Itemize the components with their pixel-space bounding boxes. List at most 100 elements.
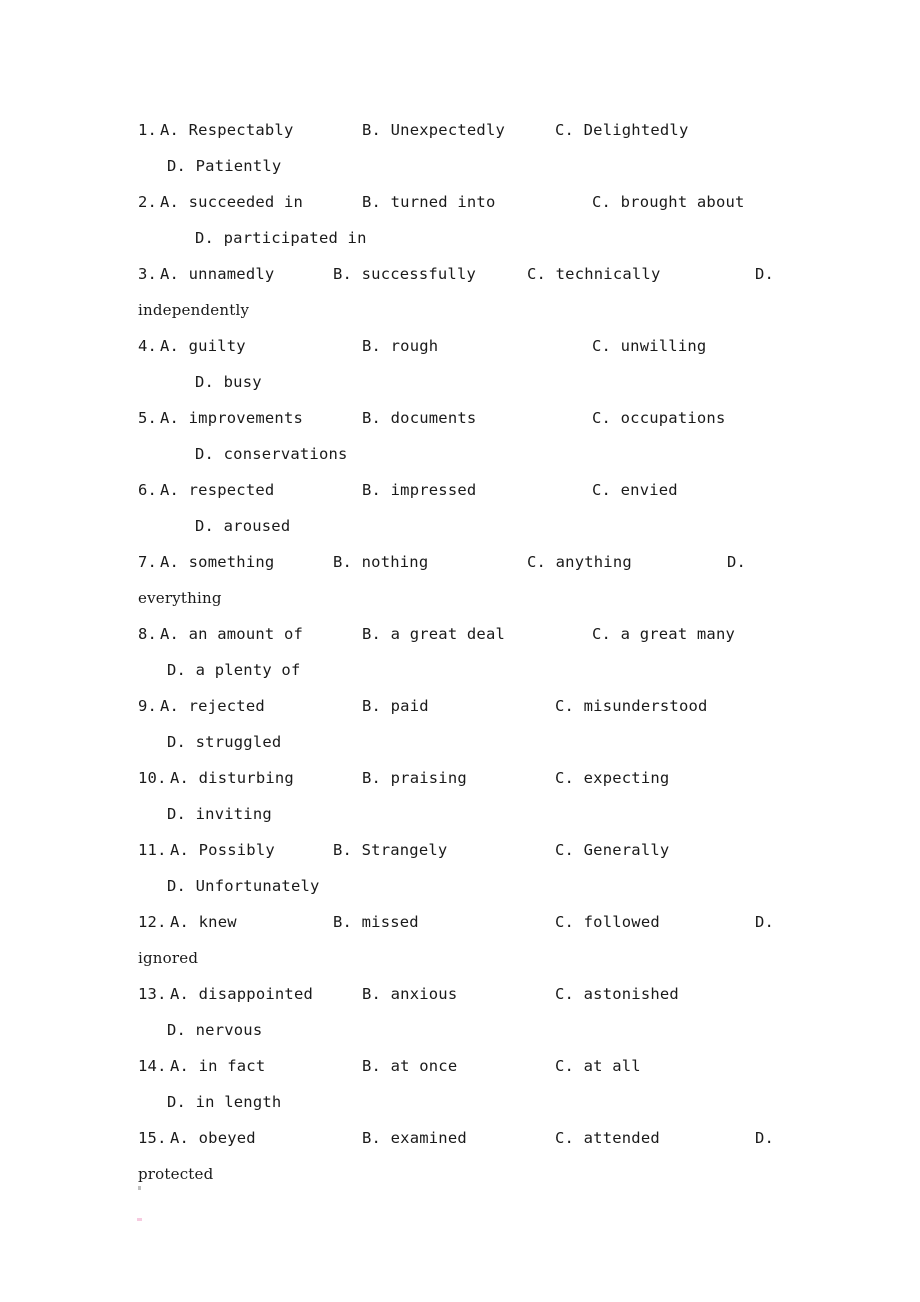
option-c[interactable]: C. at all — [555, 1048, 641, 1084]
option-label: C. — [527, 553, 547, 571]
option-c[interactable]: C. unwilling — [592, 328, 706, 364]
question-number: 6. — [138, 481, 158, 499]
option-c[interactable]: C. brought about — [592, 184, 745, 220]
option-a[interactable]: A. disappointed — [170, 976, 313, 1012]
question-line: 4. A. guilty B. rough C. unwilling — [0, 328, 920, 364]
option-b[interactable]: B. anxious — [362, 976, 457, 1012]
question-line: 10. A. disturbing B. praising C. expecting — [0, 760, 920, 796]
option-label: D. — [167, 733, 187, 751]
option-b[interactable]: B. turned into — [362, 184, 495, 220]
option-d[interactable]: D. conservations — [195, 436, 348, 472]
option-c[interactable]: C. expecting — [555, 760, 669, 796]
option-c[interactable]: C. anything — [527, 544, 632, 580]
option-b[interactable]: B. Unexpectedly — [362, 112, 505, 148]
option-d[interactable]: D. Patiently — [167, 148, 281, 184]
option-b[interactable]: B. impressed — [362, 472, 476, 508]
option-b[interactable]: B. paid — [362, 688, 429, 724]
option-d[interactable]: D. — [755, 1120, 784, 1156]
question-number: 2. — [138, 193, 158, 211]
option-a[interactable]: A. in fact — [170, 1048, 265, 1084]
option-text: succeeded in — [188, 193, 304, 211]
option-text: a great deal — [390, 625, 506, 643]
option-c[interactable]: C. misunderstood — [555, 688, 708, 724]
option-a[interactable]: A. succeeded in — [160, 184, 303, 220]
option-b[interactable]: B. praising — [362, 760, 467, 796]
option-label: C. — [592, 625, 612, 643]
option-b[interactable]: B. rough — [362, 328, 438, 364]
option-d[interactable]: D. participated in — [195, 220, 367, 256]
option-d[interactable]: D. busy — [195, 364, 262, 400]
question-line: 8. A. an amount of B. a great deal C. a gre… — [0, 616, 920, 652]
option-text: in length — [195, 1093, 282, 1111]
option-b[interactable]: B. missed — [333, 904, 419, 940]
option-c[interactable]: C. a great many — [592, 616, 735, 652]
question-line: 15. A. obeyed B. examined C. attended D. — [0, 1120, 920, 1156]
question-line: 5. A. improvements B. documents C. occupati… — [0, 400, 920, 436]
option-b[interactable]: B. documents — [362, 400, 476, 436]
option-b[interactable]: B. Strangely — [333, 832, 447, 868]
option-text: Patiently — [195, 157, 282, 175]
option-d[interactable]: D. — [755, 256, 784, 292]
option-c[interactable]: C. envied — [592, 472, 678, 508]
option-a[interactable]: A. knew — [170, 904, 237, 940]
option-c[interactable]: C. occupations — [592, 400, 725, 436]
option-text: Unexpectedly — [390, 121, 506, 139]
option-label: B. — [333, 841, 353, 859]
option-text: disappointed — [198, 985, 314, 1003]
option-a[interactable]: A. obeyed — [170, 1120, 256, 1156]
option-label: B. — [362, 337, 382, 355]
option-b[interactable]: B. at once — [362, 1048, 457, 1084]
option-text: Delightedly — [583, 121, 689, 139]
option-label: B. — [362, 481, 382, 499]
option-label: D. — [167, 1093, 187, 1111]
option-label: B. — [333, 265, 353, 283]
option-c[interactable]: C. technically — [527, 256, 660, 292]
option-a[interactable]: A. something — [160, 544, 274, 580]
option-c[interactable]: C. followed — [555, 904, 660, 940]
wrapped-option-text: everything — [138, 589, 222, 607]
option-a[interactable]: A. disturbing — [170, 760, 294, 796]
option-a[interactable]: A. respected — [160, 472, 274, 508]
option-c[interactable]: C. Delightedly — [555, 112, 688, 148]
option-a[interactable]: A. unnamedly — [160, 256, 274, 292]
option-a[interactable]: A. Respectably — [160, 112, 293, 148]
option-label: D. — [195, 445, 215, 463]
option-d-line: D. Unfortunately — [0, 868, 920, 904]
option-text: an amount of — [188, 625, 304, 643]
option-text: impressed — [390, 481, 477, 499]
option-d-line: D. participated in — [0, 220, 920, 256]
option-a[interactable]: A. improvements — [160, 400, 303, 436]
option-label: A. — [160, 121, 180, 139]
option-text: disturbing — [198, 769, 294, 787]
option-d[interactable]: D. Unfortunately — [167, 868, 320, 904]
option-text: nothing — [361, 553, 429, 571]
question-number: 5. — [138, 409, 158, 427]
option-label: C. — [592, 481, 612, 499]
option-c[interactable]: C. astonished — [555, 976, 679, 1012]
option-b[interactable]: B. a great deal — [362, 616, 505, 652]
option-d[interactable]: D. in length — [167, 1084, 281, 1120]
option-label: D. — [195, 229, 215, 247]
option-d[interactable]: D. inviting — [167, 796, 272, 832]
option-label: B. — [333, 913, 353, 931]
option-a[interactable]: A. an amount of — [160, 616, 303, 652]
option-d-line: D. aroused — [0, 508, 920, 544]
question-line: 1. A. Respectably B. Unexpectedly C. Deligh… — [0, 112, 920, 148]
option-c[interactable]: C. attended — [555, 1120, 660, 1156]
option-c[interactable]: C. Generally — [555, 832, 669, 868]
option-a[interactable]: A. rejected — [160, 688, 265, 724]
option-b[interactable]: B. examined — [362, 1120, 467, 1156]
option-b[interactable]: B. nothing — [333, 544, 428, 580]
option-d[interactable]: D. struggled — [167, 724, 281, 760]
option-b[interactable]: B. successfully — [333, 256, 476, 292]
option-label: B. — [362, 697, 382, 715]
option-d[interactable]: D. nervous — [167, 1012, 262, 1048]
option-d[interactable]: D. — [727, 544, 756, 580]
option-a[interactable]: A. guilty — [160, 328, 246, 364]
option-d-line: D. in length — [0, 1084, 920, 1120]
option-text: at once — [390, 1057, 458, 1075]
option-d[interactable]: D. a plenty of — [167, 652, 300, 688]
option-d[interactable]: D. aroused — [195, 508, 290, 544]
option-a[interactable]: A. Possibly — [170, 832, 275, 868]
option-d[interactable]: D. — [755, 904, 784, 940]
